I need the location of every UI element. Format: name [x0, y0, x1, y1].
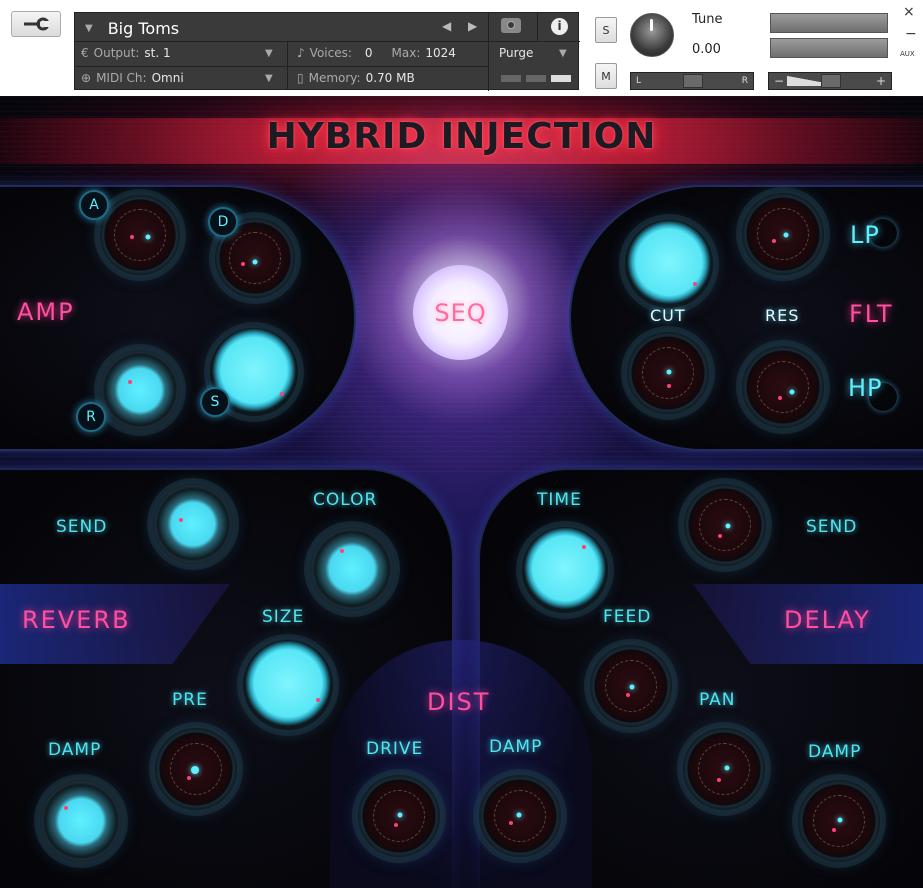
reverb-color-knob[interactable]: [310, 527, 394, 611]
delay-send-knob[interactable]: [684, 484, 766, 566]
aux-label[interactable]: AUX: [900, 50, 915, 58]
solo-button[interactable]: S: [595, 17, 617, 43]
level-meter-left: [770, 13, 888, 33]
delay-title: DELAY: [784, 606, 871, 634]
memory-value: 0.70 MB: [365, 71, 415, 85]
reverb-size-label: SIZE: [262, 607, 305, 627]
camera-icon[interactable]: [501, 18, 521, 33]
sustain-badge: S: [200, 387, 230, 417]
voices-icon: ♪: [297, 46, 305, 60]
instrument-title: HYBRID INJECTION: [266, 116, 657, 157]
volume-minus-label: −: [774, 74, 785, 88]
reverb-damp-knob[interactable]: [40, 780, 122, 862]
dist-damp-label: DAMP: [489, 737, 543, 757]
next-preset-icon[interactable]: ▶: [468, 19, 477, 33]
seq-label: SEQ: [434, 298, 487, 327]
output-icon: €: [81, 46, 89, 60]
load-meter: [501, 75, 573, 83]
reverb-damp-label: DAMP: [48, 740, 102, 760]
memory-label: Memory:: [308, 71, 361, 85]
pan-slider[interactable]: L R: [630, 72, 754, 90]
volume-handle[interactable]: [821, 74, 841, 88]
pan-center-handle[interactable]: [683, 74, 703, 88]
level-meter-right: [770, 38, 888, 58]
attack-knob[interactable]: [100, 195, 180, 275]
voices-value: 0: [364, 46, 373, 60]
delay-send-label: SEND: [806, 517, 858, 537]
resonance-label: RES: [765, 306, 800, 325]
minimize-icon[interactable]: −: [905, 26, 917, 42]
output-label: Output:: [93, 46, 140, 60]
instrument-name[interactable]: Big Toms: [108, 19, 179, 38]
midi-label: MIDI Ch:: [96, 71, 147, 85]
purge-dropdown-icon[interactable]: ▼: [559, 48, 567, 59]
close-icon[interactable]: ×: [903, 4, 915, 20]
release-badge: R: [76, 402, 106, 432]
amp-title: AMP: [17, 298, 75, 326]
seq-button[interactable]: SEQ: [413, 265, 508, 360]
cutoff-label: CUT: [650, 306, 686, 325]
volume-slider[interactable]: − +: [768, 72, 892, 90]
host-toolbar: ▼ Big Toms ◀ ▶ i € Output: st. 1 ▼ ♪ Voi…: [0, 0, 923, 96]
tune-knob[interactable]: [630, 13, 674, 57]
instrument-header-panel: ▼ Big Toms ◀ ▶ i € Output: st. 1 ▼ ♪ Voi…: [74, 12, 580, 91]
release-knob[interactable]: [100, 350, 180, 430]
midi-dropdown-icon[interactable]: ▼: [265, 73, 273, 84]
reverb-color-label: COLOR: [313, 490, 378, 510]
info-icon[interactable]: i: [551, 18, 568, 35]
dist-drive-label: DRIVE: [366, 739, 424, 759]
reverb-send-knob[interactable]: [153, 484, 233, 564]
purge-button[interactable]: Purge: [499, 46, 533, 60]
memory-icon: ▯: [297, 71, 304, 85]
delay-damp-knob[interactable]: [798, 780, 880, 862]
output-value[interactable]: st. 1: [144, 46, 170, 60]
delay-pan-label: PAN: [699, 690, 736, 710]
delay-feed-knob[interactable]: [590, 645, 672, 727]
filter-knob-lower-left[interactable]: [627, 332, 709, 414]
delay-time-knob[interactable]: [522, 527, 608, 613]
tune-value: 0.00: [692, 42, 721, 57]
midi-value[interactable]: Omni: [152, 71, 184, 85]
pan-left-label: L: [636, 76, 642, 86]
max-voices-value[interactable]: 1024: [425, 46, 456, 60]
decay-badge: D: [208, 207, 238, 237]
reverb-pre-knob[interactable]: [155, 728, 237, 810]
filter-title: FLT: [849, 300, 894, 328]
pan-right-label: R: [741, 76, 748, 86]
max-label: Max:: [391, 46, 421, 60]
lowpass-label[interactable]: LP: [850, 221, 880, 249]
wrench-icon[interactable]: [11, 11, 61, 37]
reverb-title: REVERB: [22, 606, 131, 634]
midi-icon: ⊕: [81, 71, 92, 85]
dist-section: [330, 640, 592, 888]
dropdown-arrow-icon[interactable]: ▼: [85, 23, 93, 34]
dist-title: DIST: [427, 688, 491, 716]
delay-damp-label: DAMP: [808, 742, 862, 762]
dist-damp-knob[interactable]: [479, 775, 561, 857]
delay-feed-label: FEED: [603, 607, 652, 627]
volume-plus-label: +: [875, 74, 886, 88]
filter-knob-lower-right[interactable]: [742, 346, 824, 428]
reverb-send-label: SEND: [56, 517, 108, 537]
dist-drive-knob[interactable]: [358, 775, 440, 857]
voices-label: Voices:: [309, 46, 352, 60]
instrument-window: ▼ Big Toms ◀ ▶ i € Output: st. 1 ▼ ♪ Voi…: [0, 0, 923, 888]
mute-button[interactable]: M: [595, 63, 617, 89]
delay-time-label: TIME: [537, 490, 582, 510]
cutoff-knob[interactable]: [625, 220, 713, 308]
tune-label: Tune: [692, 12, 723, 27]
prev-preset-icon[interactable]: ◀: [442, 19, 451, 33]
highpass-label[interactable]: HP: [848, 374, 883, 402]
delay-pan-knob[interactable]: [683, 728, 765, 810]
resonance-knob[interactable]: [742, 193, 824, 275]
reverb-pre-label: PRE: [172, 690, 208, 710]
attack-badge: A: [79, 190, 109, 220]
reverb-size-knob[interactable]: [243, 640, 333, 730]
output-dropdown-icon[interactable]: ▼: [265, 48, 273, 59]
